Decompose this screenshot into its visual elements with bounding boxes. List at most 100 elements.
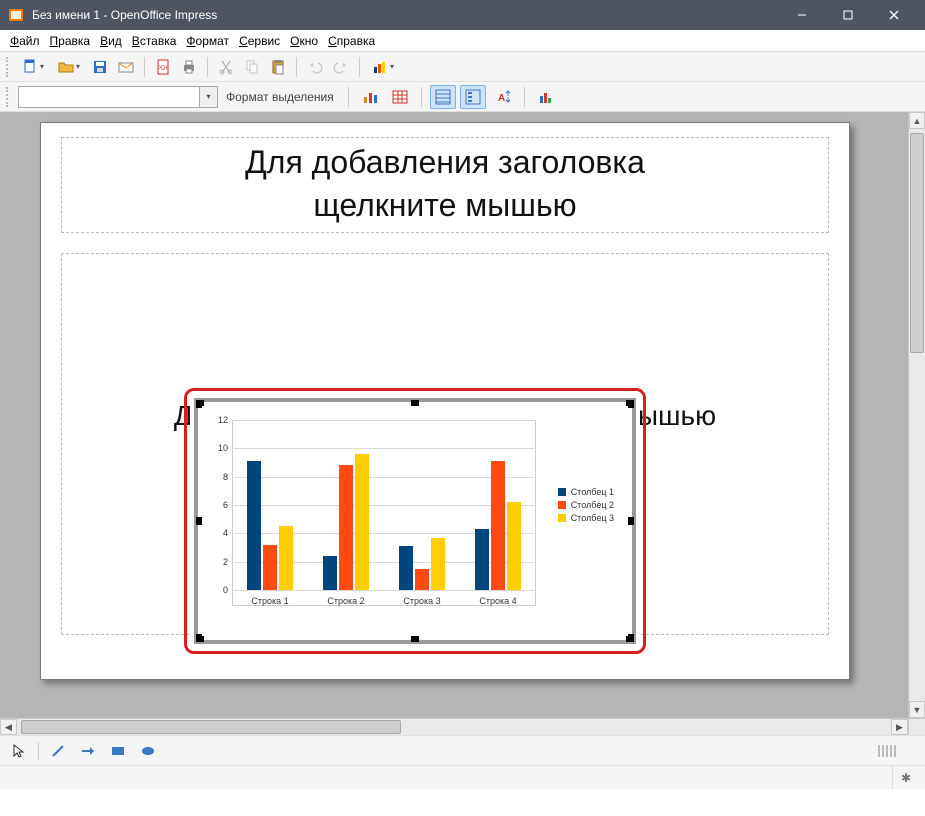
title-placeholder[interactable]: Для добавления заголовка щелкните мышью <box>61 137 829 233</box>
menu-help[interactable]: Справка <box>324 32 379 50</box>
x-category-label: Строка 1 <box>232 592 308 606</box>
redo-button[interactable] <box>329 55 353 79</box>
canvas-viewport[interactable]: Для добавления заголовка щелкните мышью … <box>0 112 908 718</box>
menu-format[interactable]: Формат <box>182 32 233 50</box>
copy-button[interactable] <box>240 55 264 79</box>
legend-item: Столбец 3 <box>558 513 614 523</box>
y-tick-label: 10 <box>218 443 228 453</box>
legend-item: Столбец 2 <box>558 500 614 510</box>
email-button[interactable] <box>114 55 138 79</box>
menu-file[interactable]: Файл <box>6 32 44 50</box>
data-table-button[interactable] <box>387 85 413 109</box>
window-titlebar: Без имени 1 - OpenOffice Impress <box>0 0 925 30</box>
y-tick-label: 2 <box>223 557 228 567</box>
maximize-button[interactable] <box>825 0 871 30</box>
ellipse-tool-button[interactable] <box>137 740 159 762</box>
paste-button[interactable] <box>266 55 290 79</box>
menu-window[interactable]: Окно <box>286 32 322 50</box>
insert-chart-button[interactable] <box>366 55 400 79</box>
toolbar-grip[interactable] <box>6 57 10 77</box>
open-button[interactable] <box>52 55 86 79</box>
status-bar: ✱ <box>0 765 925 789</box>
select-tool-button[interactable] <box>8 740 30 762</box>
vertical-scrollbar[interactable]: ▲ ▼ <box>908 112 925 718</box>
title-text-line1: Для добавления заголовка <box>62 138 828 181</box>
hscroll-thumb[interactable] <box>21 720 401 734</box>
slide[interactable]: Для добавления заголовка щелкните мышью … <box>40 122 850 680</box>
menu-bar: Файл Правка Вид Вставка Формат Сервис Ок… <box>0 30 925 52</box>
chart-type-bar-button[interactable] <box>357 85 383 109</box>
bar <box>279 526 293 590</box>
scroll-up-button[interactable]: ▲ <box>909 112 925 129</box>
bar <box>323 556 337 590</box>
scroll-left-button[interactable]: ◀ <box>0 719 17 735</box>
export-pdf-button[interactable]: PDF <box>151 55 175 79</box>
x-category-label: Строка 2 <box>308 592 384 606</box>
slide-editor: Для добавления заголовка щелкните мышью … <box>0 112 925 718</box>
chart-object[interactable]: 024681012 Строка 1Строка 2Строка 3Строка… <box>190 394 640 648</box>
chart-area: 024681012 Строка 1Строка 2Строка 3Строка… <box>202 406 628 636</box>
body-placeholder[interactable]: Для добавления текста щелкните мышью <box>61 253 829 635</box>
legend-label: Столбец 2 <box>571 500 614 510</box>
plot-area: 024681012 <box>232 420 536 590</box>
x-category-label: Строка 4 <box>460 592 536 606</box>
bar <box>247 461 261 590</box>
bar <box>339 465 353 590</box>
save-button[interactable] <box>88 55 112 79</box>
y-tick-label: 6 <box>223 500 228 510</box>
vscroll-thumb[interactable] <box>910 133 924 353</box>
close-button[interactable] <box>871 0 917 30</box>
x-category-label: Строка 3 <box>384 592 460 606</box>
drawbar-grip[interactable] <box>857 745 917 757</box>
legend-label: Столбец 1 <box>571 487 614 497</box>
svg-text:PDF: PDF <box>157 66 169 72</box>
menu-insert[interactable]: Вставка <box>128 32 181 50</box>
scroll-right-button[interactable]: ▶ <box>891 719 908 735</box>
chart-legend: Столбец 1 Столбец 2 Столбец 3 <box>558 484 614 526</box>
arrow-tool-button[interactable] <box>77 740 99 762</box>
legend-swatch <box>558 488 566 496</box>
gridlines-h-button[interactable] <box>430 85 456 109</box>
bar <box>475 529 489 590</box>
horizontal-scrollbar[interactable]: ◀ ▶ <box>0 718 925 735</box>
new-doc-button[interactable] <box>16 55 50 79</box>
rectangle-tool-button[interactable] <box>107 740 129 762</box>
chart-layout-button[interactable] <box>533 85 559 109</box>
vscroll-track[interactable] <box>909 129 925 701</box>
y-tick-label: 4 <box>223 528 228 538</box>
menu-edit[interactable]: Правка <box>46 32 95 50</box>
text-scale-button[interactable]: A <box>490 85 516 109</box>
svg-text:A: A <box>498 93 505 104</box>
legend-swatch <box>558 514 566 522</box>
window-title: Без имени 1 - OpenOffice Impress <box>32 8 217 22</box>
legend-item: Столбец 1 <box>558 487 614 497</box>
legend-label: Столбец 3 <box>571 513 614 523</box>
title-text-line2: щелкните мышью <box>62 181 828 224</box>
minimize-button[interactable] <box>779 0 825 30</box>
scrollbar-corner <box>908 719 925 735</box>
formatting-toolbar: ▾ Формат выделения A <box>0 82 925 112</box>
bar <box>355 454 369 590</box>
bar <box>399 546 413 590</box>
toolbar2-grip[interactable] <box>6 87 10 107</box>
y-tick-label: 8 <box>223 472 228 482</box>
format-selection-label: Формат выделения <box>226 90 334 104</box>
bar <box>431 538 445 590</box>
bar <box>263 545 277 590</box>
line-tool-button[interactable] <box>47 740 69 762</box>
scroll-down-button[interactable]: ▼ <box>909 701 925 718</box>
x-axis: Строка 1Строка 2Строка 3Строка 4 <box>232 592 536 606</box>
menu-tools[interactable]: Сервис <box>235 32 284 50</box>
status-modified-indicator: ✱ <box>901 771 911 785</box>
cut-button[interactable] <box>214 55 238 79</box>
hscroll-track[interactable] <box>17 719 891 735</box>
legend-button[interactable] <box>460 85 486 109</box>
undo-button[interactable] <box>303 55 327 79</box>
bar <box>491 461 505 590</box>
y-tick-label: 0 <box>223 585 228 595</box>
print-button[interactable] <box>177 55 201 79</box>
style-combo[interactable]: ▾ <box>18 86 218 108</box>
app-icon <box>8 7 24 23</box>
standard-toolbar: PDF <box>0 52 925 82</box>
menu-view[interactable]: Вид <box>96 32 126 50</box>
